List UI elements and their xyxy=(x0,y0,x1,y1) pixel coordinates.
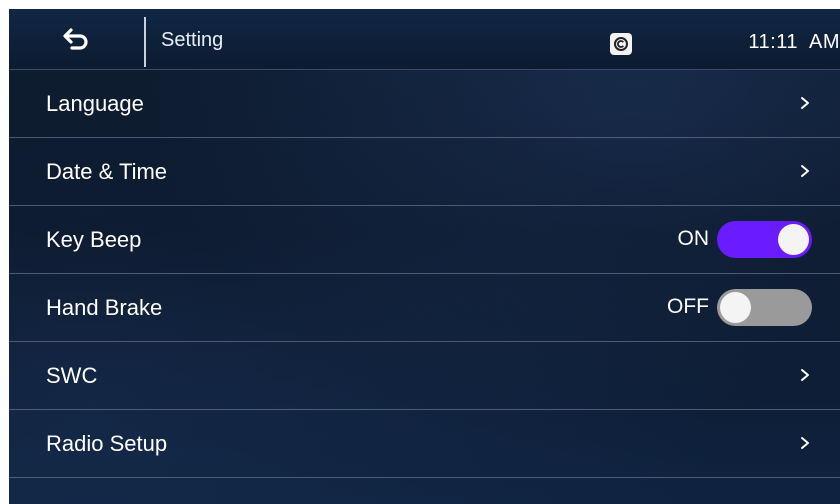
settings-row-hand-brake: Hand Brake OFF xyxy=(9,274,840,342)
toggle-state-text: OFF xyxy=(667,295,709,318)
row-label: Date & Time xyxy=(46,159,168,184)
toggle-knob xyxy=(720,291,751,323)
settings-row-language[interactable]: Language xyxy=(9,70,840,138)
header-bar: Setting 11:11 AM xyxy=(9,9,840,70)
key-beep-toggle-group: ON xyxy=(677,219,812,259)
row-label: Language xyxy=(46,91,144,116)
chevron-right-icon xyxy=(801,97,809,109)
settings-row-date-time[interactable]: Date & Time xyxy=(9,138,840,206)
header-divider xyxy=(144,17,146,67)
row-label: SWC xyxy=(46,363,98,388)
row-label: Key Beep xyxy=(46,227,142,252)
hand-brake-toggle[interactable] xyxy=(717,288,812,326)
settings-row-radio-setup[interactable]: Radio Setup xyxy=(9,410,840,478)
key-beep-toggle[interactable] xyxy=(717,220,812,258)
carplay-c-icon xyxy=(610,33,632,55)
settings-list: Language Date & Time Key Beep ON Hand Br… xyxy=(9,70,840,478)
row-label: Hand Brake xyxy=(46,295,163,320)
settings-screen: Setting 11:11 AM Language Date & Time Ke… xyxy=(9,9,840,504)
chevron-right-icon xyxy=(801,369,809,381)
back-arrow-icon xyxy=(62,28,88,50)
page-title: Setting xyxy=(161,29,224,51)
clock: 11:11 AM xyxy=(748,31,840,53)
back-button[interactable] xyxy=(9,9,144,69)
row-label: Radio Setup xyxy=(46,431,168,456)
toggle-knob xyxy=(778,223,809,255)
chevron-right-icon xyxy=(801,165,809,177)
hand-brake-toggle-group: OFF xyxy=(667,287,812,327)
chevron-right-icon xyxy=(801,437,809,449)
toggle-state-text: ON xyxy=(677,227,710,250)
settings-row-key-beep: Key Beep ON xyxy=(9,206,840,274)
settings-row-swc[interactable]: SWC xyxy=(9,342,840,410)
